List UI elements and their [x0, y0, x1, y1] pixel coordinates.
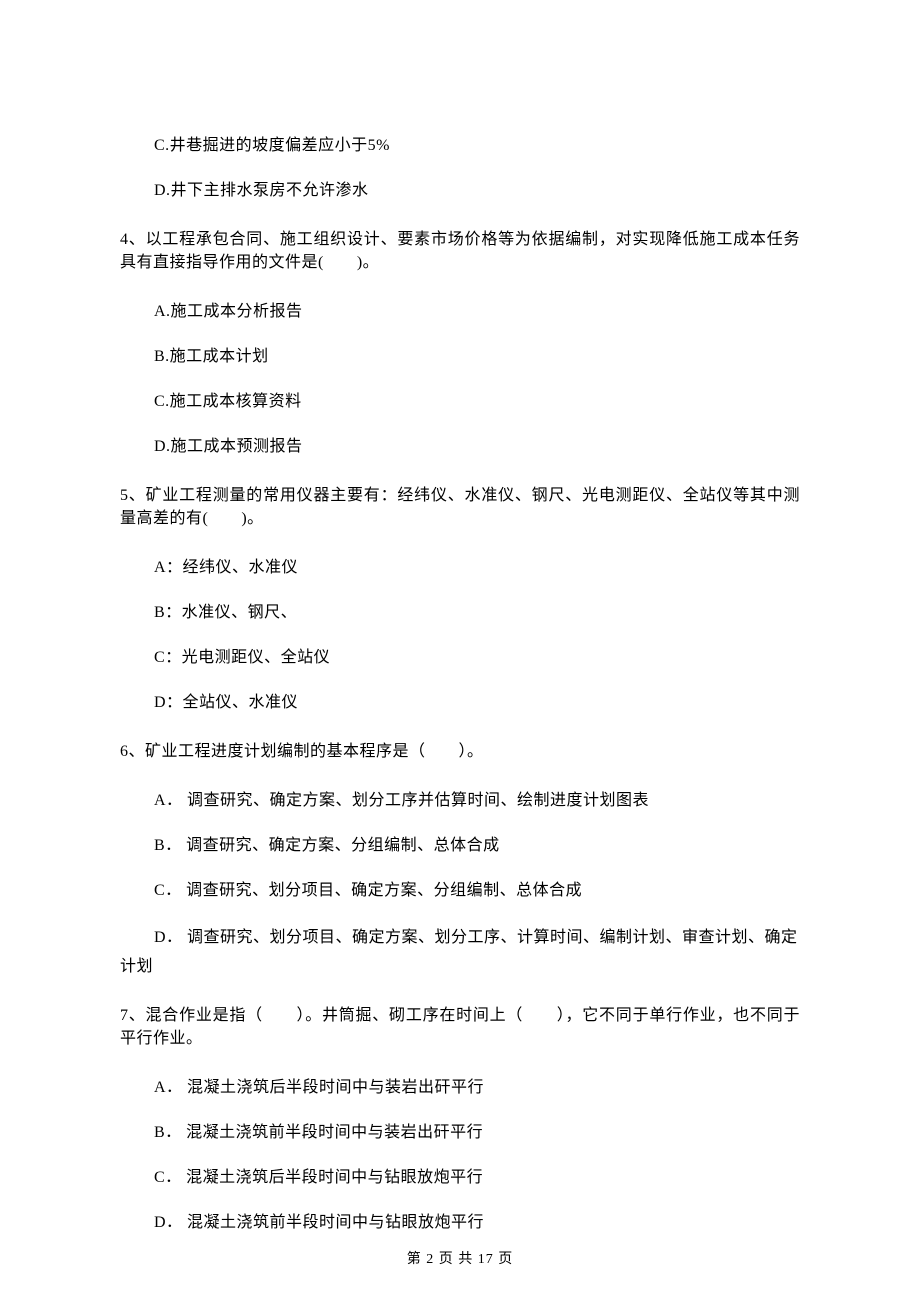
q3-option-d: D.井下主排水泵房不允许渗水 — [120, 179, 800, 202]
q4-option-a: A.施工成本分析报告 — [120, 300, 800, 323]
q4-stem: 4、以工程承包合同、施工组织设计、要素市场价格等为依据编制，对实现降低施工成本任… — [120, 228, 800, 274]
q7-stem: 7、混合作业是指（ ）。井筒掘、砌工序在时间上（ ），它不同于单行作业，也不同于… — [120, 1004, 800, 1050]
q6-option-d-line1: D． 调查研究、划分项目、确定方案、划分工序、计算时间、编制计划、审查计划、确定 — [120, 926, 800, 949]
q6-option-a: A． 调查研究、确定方案、划分工序并估算时间、绘制进度计划图表 — [120, 789, 800, 812]
q5-option-c: C：光电测距仪、全站仪 — [120, 646, 800, 669]
q5-option-b: B：水准仪、钢尺、 — [120, 601, 800, 624]
q6-option-c: C． 调查研究、划分项目、确定方案、分组编制、总体合成 — [120, 879, 800, 902]
q5-stem: 5、矿业工程测量的常用仪器主要有：经纬仪、水准仪、钢尺、光电测距仪、全站仪等其中… — [120, 484, 800, 530]
q4-option-c: C.施工成本核算资料 — [120, 390, 800, 413]
q5-option-d: D：全站仪、水准仪 — [120, 691, 800, 714]
q6-stem: 6、矿业工程进度计划编制的基本程序是（ ）。 — [120, 740, 800, 763]
q7-option-d: D． 混凝土浇筑前半段时间中与钻眼放炮平行 — [120, 1211, 800, 1234]
q7-option-a: A． 混凝土浇筑后半段时间中与装岩出矸平行 — [120, 1076, 800, 1099]
page: C.井巷掘进的坡度偏差应小于5% D.井下主排水泵房不允许渗水 4、以工程承包合… — [0, 0, 920, 1302]
q3-option-c: C.井巷掘进的坡度偏差应小于5% — [120, 134, 800, 157]
q4-option-b: B.施工成本计划 — [120, 345, 800, 368]
q7-option-c: C． 混凝土浇筑后半段时间中与钻眼放炮平行 — [120, 1166, 800, 1189]
q6-option-b: B． 调查研究、确定方案、分组编制、总体合成 — [120, 834, 800, 857]
q5-option-a: A：经纬仪、水准仪 — [120, 556, 800, 579]
q6-option-d-line2: 计划 — [120, 955, 800, 978]
page-footer: 第 2 页 共 17 页 — [0, 1248, 920, 1268]
q4-option-d: D.施工成本预测报告 — [120, 435, 800, 458]
q7-option-b: B． 混凝土浇筑前半段时间中与装岩出矸平行 — [120, 1121, 800, 1144]
